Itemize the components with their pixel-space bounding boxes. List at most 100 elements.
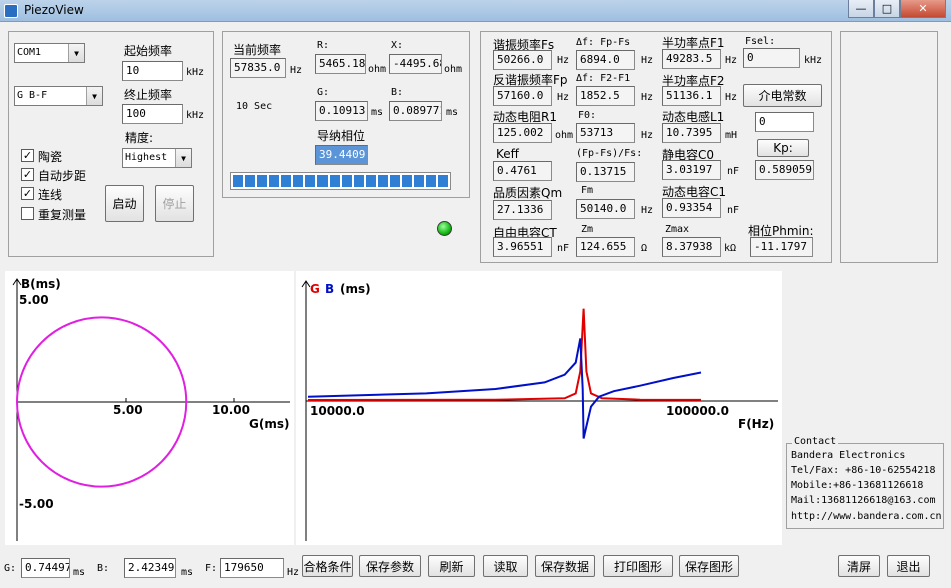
bottom-f-unit: Hz [287, 567, 300, 578]
window-title: PiezoView [24, 3, 84, 17]
dfs-label: Δf: Fp-Fs [576, 37, 631, 48]
legend-unit: (ms) [340, 282, 371, 296]
bottom-b-value: 2.42349 [124, 558, 176, 578]
port-select[interactable]: COM1 ▼ [14, 43, 85, 63]
dielectric-constant-value: 0 [755, 112, 814, 132]
progress-segment [305, 175, 316, 187]
bottom-g-label: G: [4, 563, 17, 574]
bottom-g-unit: ms [73, 567, 86, 578]
chevron-down-icon: ▼ [175, 149, 191, 167]
contact-mail: Mail:13681126618@163.com [791, 495, 936, 506]
zmax-value: 8.37938 [662, 237, 721, 257]
df21-label: Δf: F2-F1 [576, 73, 631, 84]
x-tick-label: 10.00 [212, 403, 250, 417]
keff-label: Keff [496, 147, 519, 161]
progress-segment [426, 175, 437, 187]
ct-value: 3.96551 [493, 237, 552, 257]
kp-value: 0.589059 [755, 160, 814, 180]
checkbox-repeat-label: 重复测量 [38, 208, 87, 222]
checkbox-connect-line-label: 连线 [38, 188, 63, 202]
load-button[interactable]: 读取 [483, 555, 528, 577]
contact-title: Contact [792, 436, 839, 447]
clear-screen-button[interactable]: 清屏 [838, 555, 880, 577]
progress-segment [317, 175, 328, 187]
df21-value: 1852.5 [576, 86, 635, 106]
c0-unit: nF [727, 166, 740, 177]
start-freq-input[interactable]: 10 [122, 61, 183, 81]
start-freq-label: 起始频率 [124, 44, 173, 58]
progress-segment [413, 175, 424, 187]
x-unit: ohm [444, 64, 463, 75]
zm-label: Zm [581, 224, 594, 235]
fpfs-label: (Fp-Fs)/Fs: [576, 148, 643, 159]
r-value: 5465.18 [315, 54, 366, 74]
gb-frequency-svg: G B (ms) 10000.0 100000.0 F(Hz) [301, 280, 778, 541]
progress-segment [353, 175, 364, 187]
x-label: X: [391, 40, 404, 51]
checkbox-repeat[interactable] [21, 207, 34, 220]
save-graph-button[interactable]: 保存图形 [679, 555, 739, 577]
g-label: G: [317, 87, 330, 98]
precision-select[interactable]: Highest ▼ [122, 148, 192, 168]
legend-g: G [310, 282, 320, 296]
status-led-icon [437, 221, 452, 236]
f0-value: 53713 [576, 123, 635, 143]
checkbox-auto-step[interactable]: ✓ [21, 168, 34, 181]
minimize-button[interactable]: — [848, 0, 874, 18]
contact-url[interactable]: http://www.bandera.com.cn [791, 511, 942, 522]
f2-unit: Hz [725, 92, 738, 103]
start-button[interactable]: 启动 [105, 185, 144, 222]
chevron-down-icon: ▼ [68, 44, 84, 62]
stop-button[interactable]: 停止 [155, 185, 194, 222]
fm-label: Fm [581, 185, 594, 196]
current-freq-unit: Hz [290, 65, 303, 76]
b-value: 0.089771 [389, 101, 442, 121]
fsel-label: Fsel: [745, 36, 776, 47]
x-right-tick-label: 100000.0 [666, 404, 729, 418]
zmax-unit: kΩ [724, 243, 737, 254]
progress-segment [389, 175, 400, 187]
x-left-tick-label: 10000.0 [310, 404, 365, 418]
progress-segment [269, 175, 280, 187]
f0-label: F0: [578, 110, 597, 121]
zm-unit: Ω [641, 243, 648, 254]
exit-button[interactable]: 退出 [887, 555, 930, 577]
c0-value: 3.03197 [662, 160, 721, 180]
keff-value: 0.4761 [493, 161, 552, 181]
save-data-button[interactable]: 保存数据 [535, 555, 595, 577]
fsel-value: 0 [743, 48, 800, 68]
b-label: B: [391, 87, 404, 98]
f0-unit: Hz [641, 130, 654, 141]
elapsed-time: 10 Sec [236, 101, 273, 112]
bottom-b-unit: ms [181, 567, 194, 578]
progress-segment [245, 175, 256, 187]
zm-value: 124.655 [576, 237, 635, 257]
x-axis-label: G(ms) [249, 417, 289, 431]
save-params-button[interactable]: 保存参数 [359, 555, 421, 577]
close-button[interactable]: ✕ [900, 0, 946, 18]
gb-frequency-plot: G B (ms) 10000.0 100000.0 F(Hz) [296, 271, 782, 545]
current-freq-label: 当前频率 [233, 43, 282, 57]
checkbox-ceramic[interactable]: ✓ [21, 149, 34, 162]
maximize-button[interactable]: □ [874, 0, 900, 18]
print-graph-button[interactable]: 打印图形 [603, 555, 673, 577]
phase-value: 39.4409 [315, 145, 368, 165]
mode-select[interactable]: G B-F ▼ [14, 86, 103, 106]
progress-segment [257, 175, 268, 187]
dielectric-constant-button[interactable]: 介电常数 [743, 84, 822, 107]
x-axis-label: F(Hz) [738, 417, 774, 431]
legend-b: B [325, 282, 334, 296]
title-bar [0, 0, 951, 22]
l1-unit: mH [725, 130, 738, 141]
kp-button[interactable]: Kp: [757, 139, 809, 157]
admittance-circle-svg: B(ms) 5.00 -5.00 5.00 10.00 G(ms) [12, 277, 290, 541]
checkbox-ceramic-label: 陶瓷 [38, 150, 63, 164]
checkbox-connect-line[interactable]: ✓ [21, 187, 34, 200]
refresh-button[interactable]: 刷新 [428, 555, 475, 577]
end-freq-input[interactable]: 100 [122, 104, 183, 124]
start-freq-unit: kHz [186, 67, 205, 78]
pass-criteria-button[interactable]: 合格条件 [302, 555, 353, 577]
end-freq-label: 终止频率 [124, 88, 173, 102]
progress-segment [438, 175, 449, 187]
fs-value: 50266.0 [493, 50, 552, 70]
